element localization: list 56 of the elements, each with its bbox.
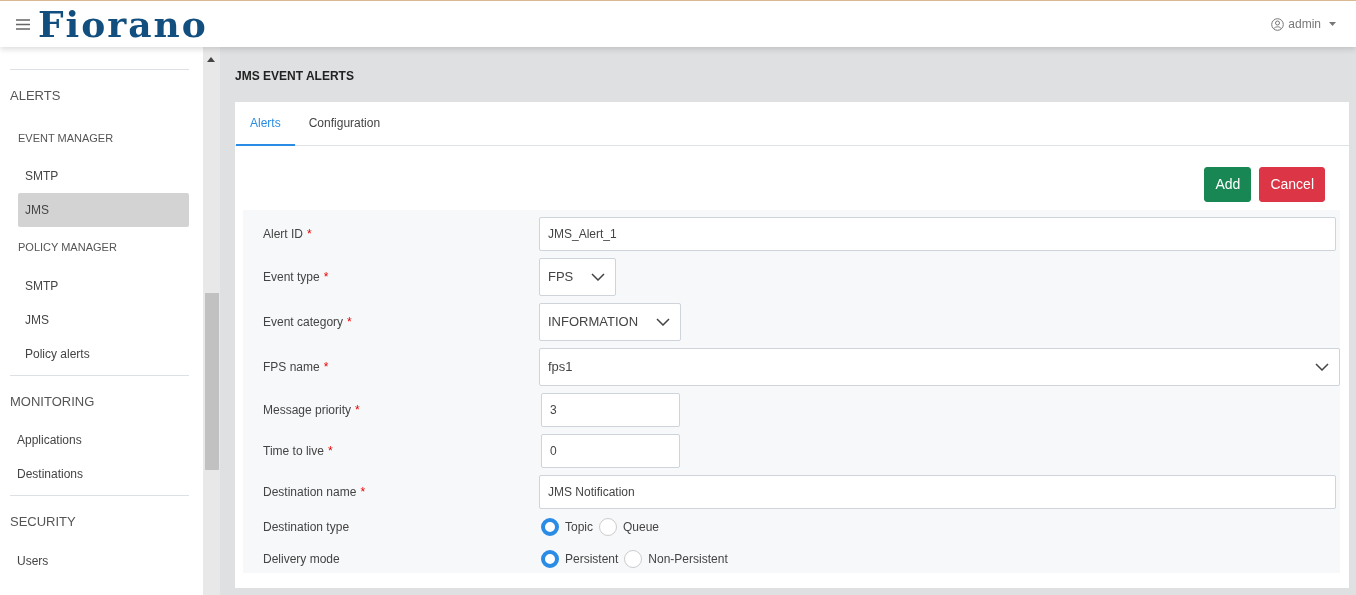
field-label: Alert ID xyxy=(263,226,303,243)
field-label: Message priority xyxy=(263,402,352,419)
logo: Fiorano xyxy=(38,6,208,42)
section-heading: SECURITY xyxy=(10,513,77,531)
field-label: Time to live xyxy=(263,443,324,460)
field-label: Delivery mode xyxy=(263,551,340,568)
sidebar-item[interactable]: SMTP xyxy=(18,159,189,193)
dropdown[interactable]: fps1 xyxy=(539,348,1340,386)
required-mark: * xyxy=(355,402,360,419)
menu-icon[interactable] xyxy=(16,18,30,30)
tab[interactable]: Alerts xyxy=(236,102,295,146)
input-field[interactable]: JMS Notification xyxy=(539,475,1336,509)
field-label: Event type xyxy=(263,269,320,286)
field-label: Event category xyxy=(263,314,344,331)
user-icon xyxy=(1271,17,1285,31)
required-mark: * xyxy=(323,269,329,286)
dropdown[interactable]: FPS xyxy=(539,258,617,296)
sidebar-item[interactable]: SMTP xyxy=(18,268,189,303)
chevron-down-icon xyxy=(591,273,606,281)
section-heading: MONITORING xyxy=(10,392,96,411)
field-label: Destination name xyxy=(263,484,357,501)
scroll-up-icon[interactable] xyxy=(207,57,215,62)
sidebar-item[interactable]: Applications xyxy=(10,423,189,457)
radio-option[interactable]: Non-Persistent xyxy=(624,550,728,568)
radio-option[interactable]: Persistent xyxy=(541,550,619,568)
sidebar-item[interactable]: Policy alerts xyxy=(18,336,189,371)
section-heading: ALERTS xyxy=(10,87,62,105)
dropdown[interactable]: INFORMATION xyxy=(539,303,682,341)
radio-option[interactable]: Queue xyxy=(599,518,660,536)
group-heading: EVENT MANAGER xyxy=(17,130,115,146)
user-name: admin xyxy=(1288,16,1321,33)
input-field[interactable]: JMS_Alert_1 xyxy=(539,217,1336,251)
required-mark: * xyxy=(360,484,366,501)
add-button[interactable]: Add xyxy=(1204,167,1252,202)
group-heading: POLICY MANAGER xyxy=(17,240,118,255)
required-mark: * xyxy=(323,359,329,376)
input-field[interactable]: 0 xyxy=(541,434,680,468)
sidebar-item[interactable]: JMS xyxy=(18,193,189,227)
cancel-button[interactable]: Cancel xyxy=(1259,167,1325,202)
required-mark: * xyxy=(327,443,333,460)
chevron-down-icon xyxy=(1315,363,1329,371)
required-mark: * xyxy=(347,314,352,331)
chevron-down-icon xyxy=(656,318,671,326)
field-label: Destination type xyxy=(263,519,350,536)
sidebar-item[interactable]: JMS xyxy=(18,302,189,337)
page-title: JMS EVENT ALERTS xyxy=(235,68,355,85)
sidebar-item[interactable]: Users xyxy=(10,543,189,578)
scrollbar[interactable] xyxy=(203,47,220,595)
field-label: FPS name xyxy=(263,359,320,376)
required-mark: * xyxy=(307,226,312,243)
user-menu[interactable]: admin xyxy=(1271,15,1336,33)
radio-option[interactable]: Topic xyxy=(541,518,593,536)
tab[interactable]: Configuration xyxy=(294,102,395,146)
sidebar-item[interactable]: Destinations xyxy=(10,457,189,491)
input-field[interactable]: 3 xyxy=(541,393,680,427)
caret-icon xyxy=(1329,22,1336,26)
